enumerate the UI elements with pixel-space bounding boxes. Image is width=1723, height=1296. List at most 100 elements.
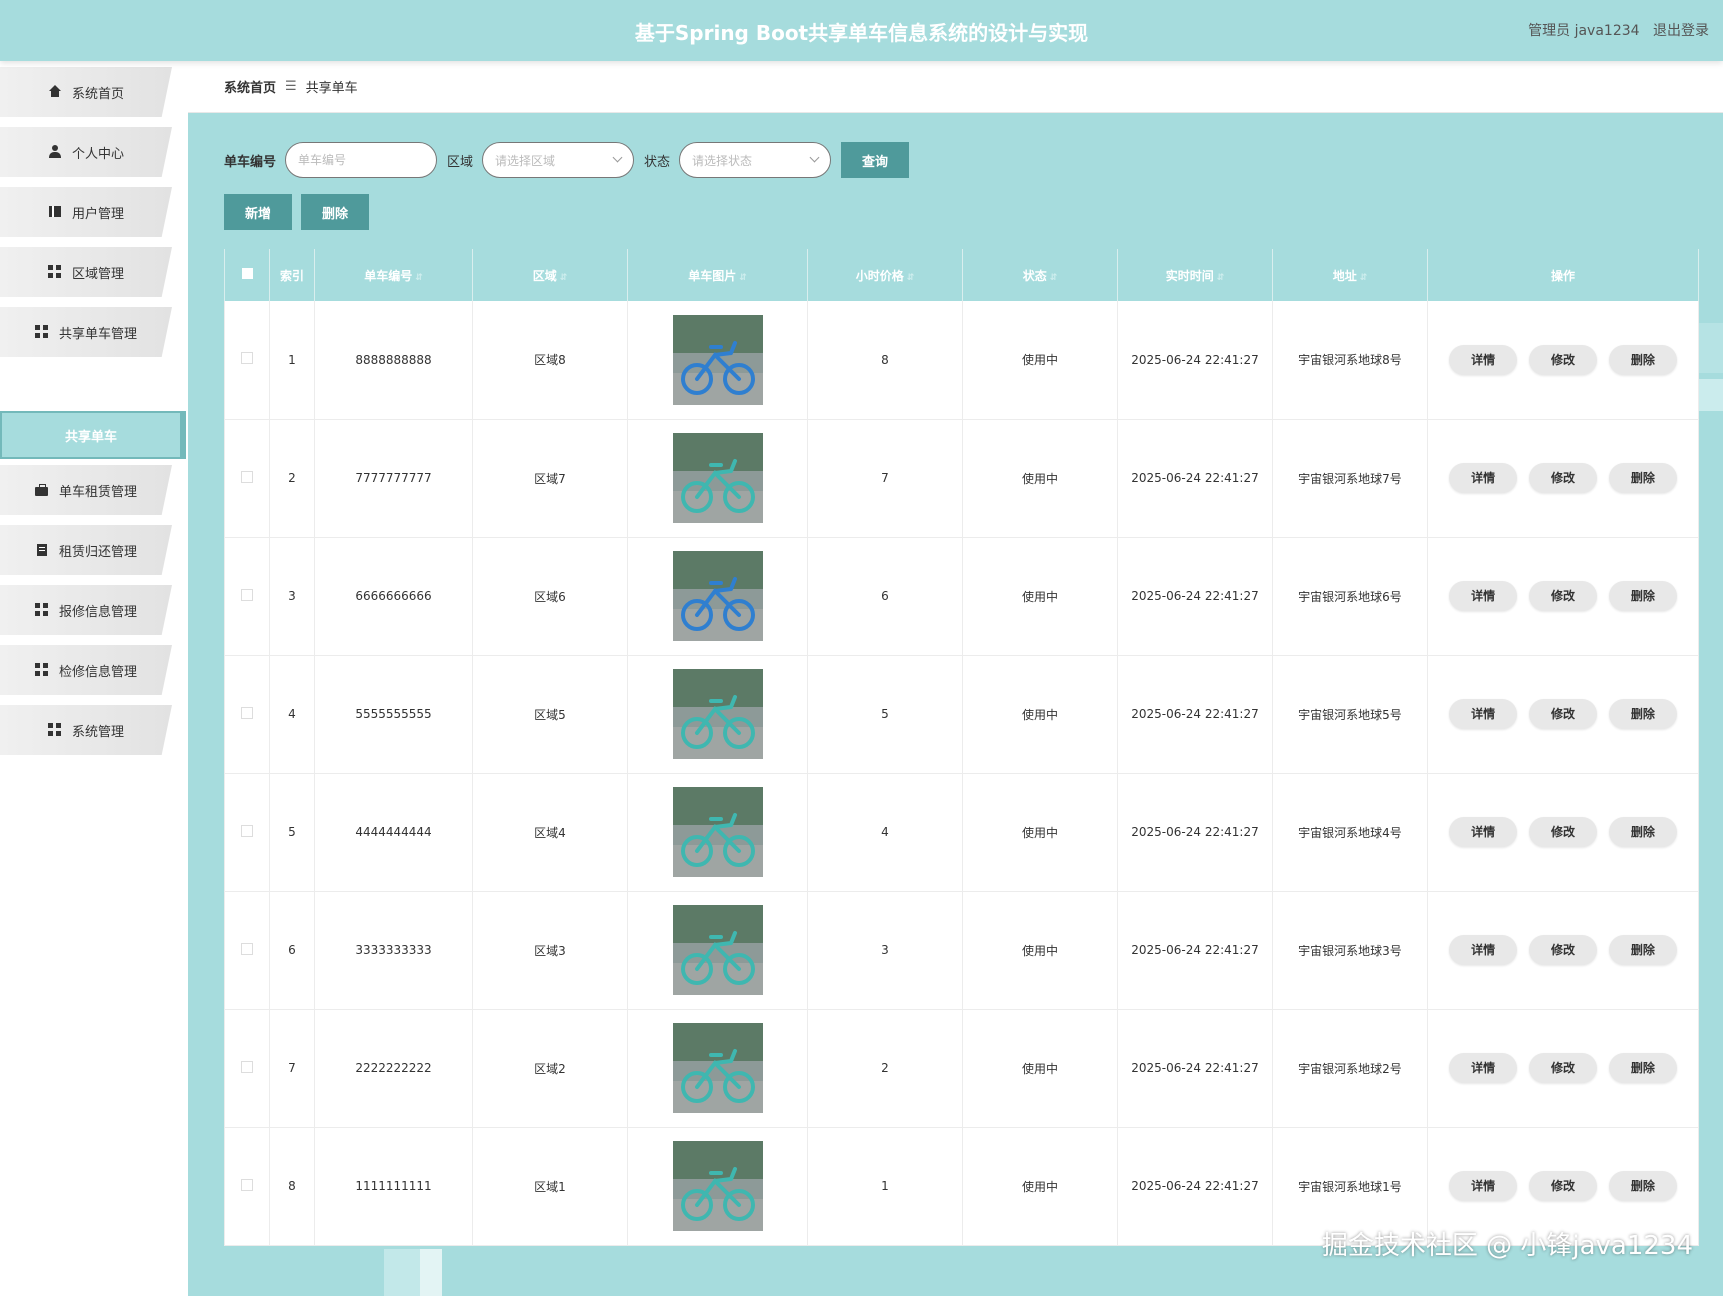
bike-photo[interactable] [672, 905, 763, 995]
detail-button[interactable]: 详情 [1449, 463, 1518, 493]
row-checkbox[interactable] [241, 1060, 253, 1073]
sidebar-item-user-management[interactable]: 用户管理 [0, 187, 172, 237]
select-all-checkbox[interactable] [241, 268, 253, 279]
table-row[interactable]: 6 3333333333 区域3 3 使用中 2025-06-24 22:41:… [224, 891, 1699, 1009]
header-status[interactable]: 状态 ⇵ [962, 249, 1118, 301]
bike-photo[interactable] [672, 787, 763, 877]
index-cell: 8 [269, 1127, 315, 1245]
sidebar-item-inspection-management[interactable]: 检修信息管理 [0, 645, 172, 695]
table-row[interactable]: 3 6666666666 区域6 6 使用中 2025-06-24 22:41:… [224, 537, 1699, 655]
batch-delete-button[interactable]: 删除 [301, 194, 369, 230]
sidebar-item-rental-management[interactable]: 单车租赁管理 [0, 465, 172, 515]
code-cell: 6666666666 [314, 537, 473, 655]
time-cell: 2025-06-24 22:41:27 [1117, 301, 1273, 419]
row-checkbox[interactable] [241, 588, 253, 601]
detail-button[interactable]: 详情 [1449, 581, 1518, 611]
sidebar-item-label: 报修信息管理 [58, 604, 137, 620]
sidebar-item-label: 单车租赁管理 [58, 484, 137, 500]
header-address[interactable]: 地址 ⇵ [1272, 249, 1428, 301]
delete-button[interactable]: 删除 [1608, 1171, 1677, 1201]
sidebar-item-repair-report-management[interactable]: 报修信息管理 [0, 585, 172, 635]
row-checkbox[interactable] [241, 706, 253, 719]
table-row[interactable]: 4 5555555555 区域5 5 使用中 2025-06-24 22:41:… [224, 655, 1699, 773]
sort-icon[interactable]: ⇵ [1217, 273, 1225, 283]
table-row[interactable]: 5 4444444444 区域4 4 使用中 2025-06-24 22:41:… [224, 773, 1699, 891]
actions-cell: 详情 修改 删除 [1427, 537, 1699, 655]
decorative-block [384, 1249, 420, 1296]
delete-button[interactable]: 删除 [1608, 344, 1677, 375]
edit-button[interactable]: 修改 [1529, 463, 1597, 493]
decorative-block [1698, 379, 1723, 411]
main-content: 系统首页 ☰ 共享单车 单车编号 区域 请选择区域 状态 请选择状态 查询 新增… [188, 61, 1723, 1296]
area-cell: 区域2 [472, 1009, 628, 1127]
breadcrumb-home[interactable]: 系统首页 [224, 77, 276, 96]
sort-icon[interactable]: ⇵ [560, 273, 568, 283]
row-checkbox[interactable] [241, 824, 253, 837]
sidebar-item-home[interactable]: 系统首页 [0, 67, 172, 117]
header-price[interactable]: 小时价格 ⇵ [807, 249, 963, 301]
detail-button[interactable]: 详情 [1449, 344, 1518, 375]
row-checkbox-cell [224, 1009, 270, 1127]
edit-button[interactable]: 修改 [1529, 935, 1597, 965]
header-time[interactable]: 实时时间 ⇵ [1117, 249, 1273, 301]
bike-photo[interactable] [672, 433, 763, 523]
edit-button[interactable]: 修改 [1529, 1053, 1597, 1083]
sidebar-item-personal-center[interactable]: 个人中心 [0, 127, 172, 177]
area-cell: 区域3 [472, 891, 628, 1009]
table-row[interactable]: 7 2222222222 区域2 2 使用中 2025-06-24 22:41:… [224, 1009, 1699, 1127]
delete-button[interactable]: 删除 [1608, 463, 1677, 493]
bike-code-input[interactable] [285, 142, 438, 178]
price-cell: 8 [807, 301, 963, 419]
bike-photo[interactable] [672, 669, 763, 759]
row-checkbox[interactable] [241, 352, 253, 365]
detail-button[interactable]: 详情 [1449, 1053, 1518, 1083]
sort-icon[interactable]: ⇵ [1050, 273, 1058, 283]
edit-button[interactable]: 修改 [1529, 344, 1597, 375]
row-checkbox[interactable] [241, 1178, 253, 1191]
delete-button[interactable]: 删除 [1608, 1053, 1677, 1083]
edit-button[interactable]: 修改 [1529, 581, 1597, 611]
bike-photo[interactable] [672, 1141, 763, 1231]
header-label: 地址 [1332, 268, 1357, 283]
edit-button[interactable]: 修改 [1529, 1171, 1597, 1201]
delete-button[interactable]: 删除 [1608, 699, 1677, 729]
sort-icon[interactable]: ⇵ [907, 273, 915, 283]
edit-button[interactable]: 修改 [1529, 699, 1597, 729]
delete-button[interactable]: 删除 [1608, 817, 1677, 847]
sort-icon[interactable]: ⇵ [739, 273, 747, 283]
bike-photo[interactable] [672, 1023, 763, 1113]
sidebar-item-area-management[interactable]: 区域管理 [0, 247, 172, 297]
add-button[interactable]: 新增 [224, 194, 292, 230]
sidebar-item-shared-bike-management[interactable]: 共享单车管理 [0, 307, 172, 357]
sidebar: 系统首页 个人中心 用户管理 区域管理 共享单车管理 共享单车 单车租赁管理 租… [0, 61, 188, 1296]
edit-button[interactable]: 修改 [1529, 817, 1597, 847]
address-cell: 宇宙银河系地球2号 [1272, 1009, 1428, 1127]
delete-button[interactable]: 删除 [1608, 581, 1677, 611]
status-select[interactable]: 请选择状态 [679, 142, 832, 178]
sort-icon[interactable]: ⇵ [415, 273, 423, 283]
header-image[interactable]: 单车图片 ⇵ [627, 249, 808, 301]
sidebar-subitem-shared-bike[interactable]: 共享单车 [0, 411, 186, 459]
sort-icon[interactable]: ⇵ [1360, 273, 1368, 283]
logout-link[interactable]: 退出登录 [1653, 23, 1709, 39]
detail-button[interactable]: 详情 [1449, 817, 1518, 847]
delete-button[interactable]: 删除 [1608, 935, 1677, 965]
area-select[interactable]: 请选择区域 [482, 142, 635, 178]
row-checkbox[interactable] [241, 942, 253, 955]
sidebar-item-system-management[interactable]: 系统管理 [0, 705, 172, 755]
detail-button[interactable]: 详情 [1449, 1171, 1518, 1201]
actions-cell: 详情 修改 删除 [1427, 891, 1699, 1009]
grid-icon [47, 723, 62, 737]
query-button[interactable]: 查询 [841, 142, 910, 178]
table-row[interactable]: 1 8888888888 区域8 8 使用中 2025-06-24 22:41:… [224, 301, 1699, 419]
sidebar-item-return-management[interactable]: 租赁归还管理 [0, 525, 172, 575]
header-area[interactable]: 区域 ⇵ [472, 249, 628, 301]
bike-photo[interactable] [672, 551, 763, 641]
top-header: 基于Spring Boot共享单车信息系统的设计与实现 管理员 java1234… [0, 0, 1723, 61]
detail-button[interactable]: 详情 [1449, 935, 1518, 965]
bike-photo[interactable] [672, 314, 763, 405]
row-checkbox[interactable] [241, 470, 253, 483]
table-row[interactable]: 2 7777777777 区域7 7 使用中 2025-06-24 22:41:… [224, 419, 1699, 537]
header-code[interactable]: 单车编号 ⇵ [314, 249, 473, 301]
detail-button[interactable]: 详情 [1449, 699, 1518, 729]
